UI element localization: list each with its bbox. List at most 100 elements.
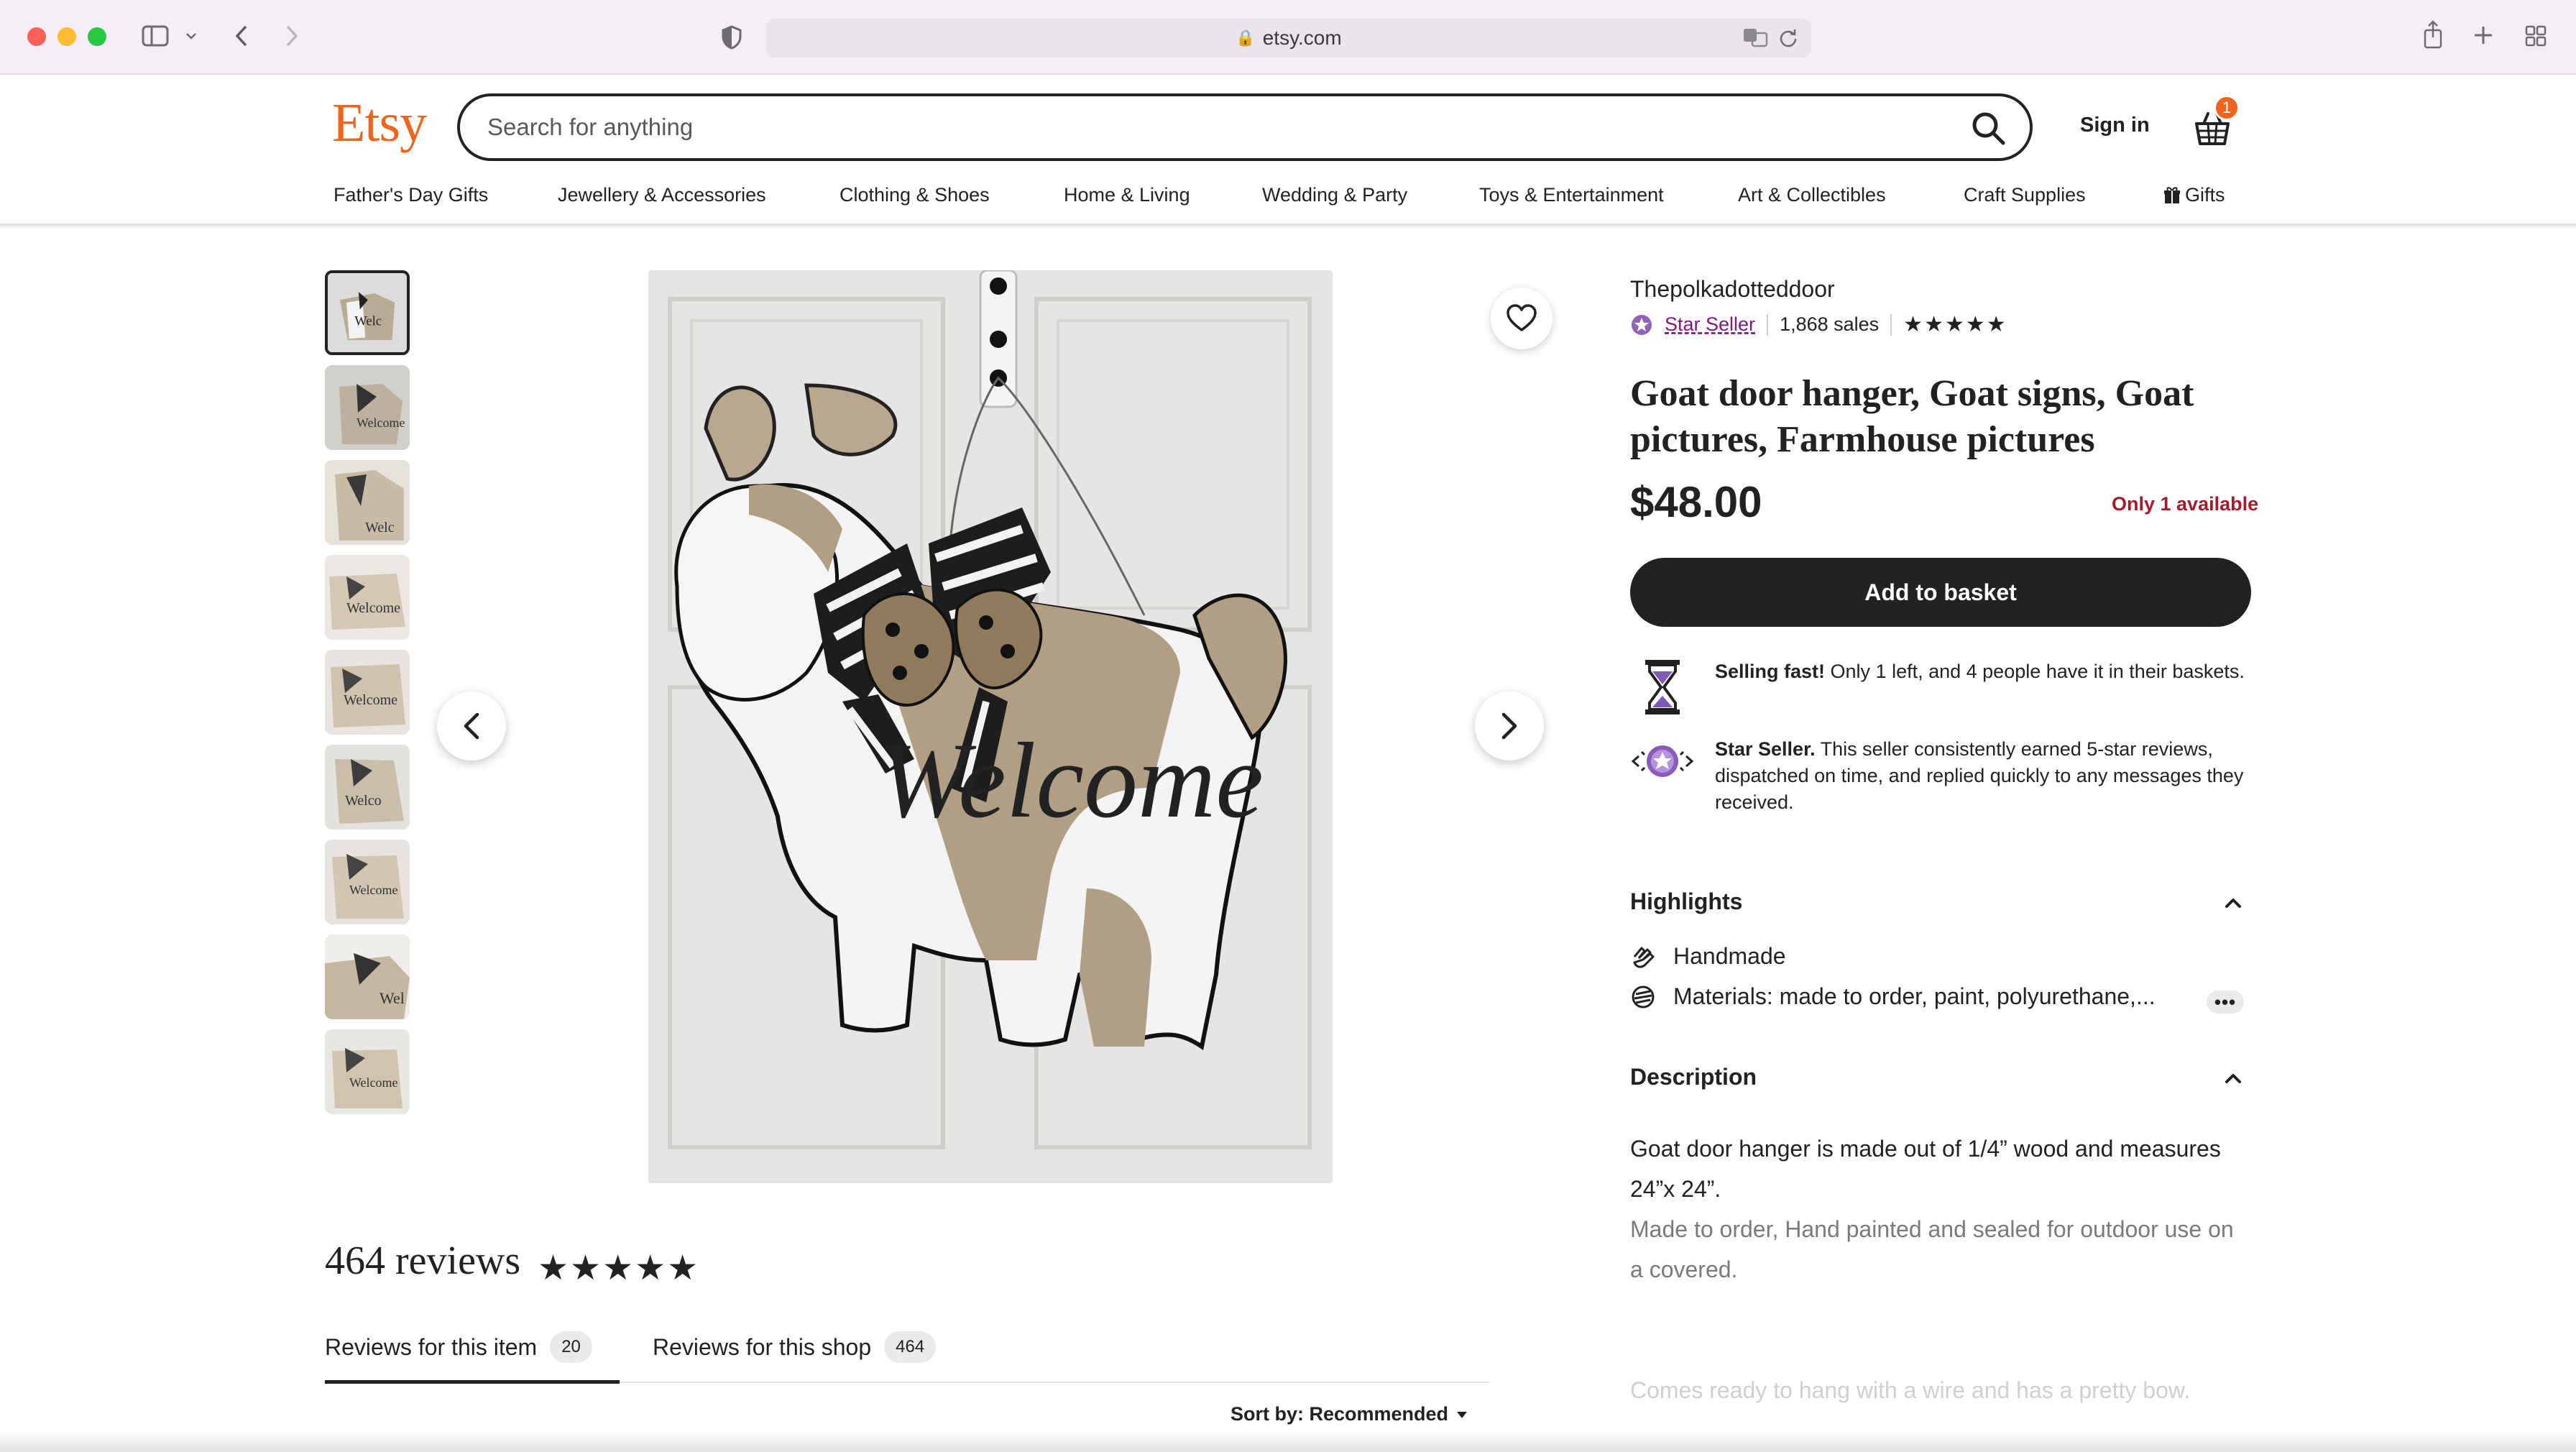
star-seller-title: Star Seller. [1715,738,1816,760]
search-icon [1972,112,2005,145]
grid-icon[interactable] [2524,24,2547,47]
sales-count: 1,868 sales [1780,313,1880,335]
selling-fast-title: Selling fast! [1715,661,1826,682]
next-image-button[interactable] [1475,691,1544,761]
search-bar[interactable] [457,93,2033,161]
divider [1890,313,1892,336]
thumbnail-7[interactable]: Welcome [325,840,410,924]
tab-reviews-item[interactable]: Reviews for this item 20 [325,1331,592,1363]
favorite-button[interactable] [1491,288,1552,349]
chevron-up-icon[interactable] [2222,1071,2244,1085]
star-seller-badge-icon [1632,314,1652,335]
chevron-down-icon[interactable] [184,29,198,43]
category-craft[interactable]: Craft Supplies [1964,184,2086,206]
star-badge-icon [1631,745,1694,777]
window-minimize-button[interactable] [58,27,76,46]
thumbnail-2[interactable]: Welcome [325,365,410,450]
back-icon[interactable] [231,23,252,49]
add-to-basket-button[interactable]: Add to basket [1630,558,2251,627]
search-input[interactable] [487,114,1910,141]
heart-icon [1506,304,1537,331]
svg-text:Welcome: Welcome [344,692,397,708]
selling-fast-notice: Selling fast! Only 1 left, and 4 people … [1630,658,2247,716]
highlight-handmade-label: Handmade [1673,943,1786,969]
thumbnail-6[interactable]: Welco [325,745,410,830]
category-jewellery[interactable]: Jewellery & Accessories [558,184,766,206]
chevron-right-icon [1501,712,1517,740]
thumbnail-1[interactable]: Welc [325,270,410,355]
search-button[interactable] [1966,106,2010,150]
svg-text:Welc: Welc [354,314,382,329]
url-text: etsy.com [1262,27,1342,49]
sidebar-toggle-icon[interactable] [141,23,170,49]
window-close-button[interactable] [27,27,46,46]
category-wedding[interactable]: Wedding & Party [1262,184,1407,206]
svg-text:Welcome: Welcome [346,600,400,616]
shop-rating-stars[interactable]: ★★★★★ [1903,312,2007,337]
shop-name-link[interactable]: Thepolkadotteddoor [1630,276,1835,303]
browser-toolbar: 🔒 etsy.com [0,0,2576,75]
category-toys[interactable]: Toys & Entertainment [1479,184,1664,206]
svg-text:Welco: Welco [345,793,382,809]
star-seller-link[interactable]: Star Seller [1665,313,1755,336]
category-home-living[interactable]: Home & Living [1064,184,1190,206]
sort-label: Sort by: Recommended [1230,1403,1449,1425]
reload-icon[interactable] [1778,27,1798,52]
reviews-rating-stars: ★★★★★ [538,1249,700,1287]
category-gifts-label: Gifts [2185,184,2225,206]
hand-icon [1633,947,1655,968]
availability-text: Only 1 available [2112,493,2259,515]
window-zoom-button[interactable] [88,27,106,46]
tab-reviews-shop-count: 464 [884,1331,937,1363]
category-fathers-day[interactable]: Father's Day Gifts [334,184,488,206]
tab-reviews-item-label: Reviews for this item [325,1333,538,1360]
thumbnail-3[interactable]: Welc [325,460,410,545]
image-welcome-text: Welcome [878,721,1264,840]
layers-icon [1632,985,1655,1008]
thumbnail-5[interactable]: Welcome [325,650,410,735]
cart-count-badge: 1 [2214,95,2240,121]
thumbnail-8[interactable]: Wel [325,934,410,1019]
sort-dropdown[interactable]: Sort by: Recommended [1230,1403,1468,1425]
tab-reviews-shop[interactable]: Reviews for this shop 464 [653,1331,937,1363]
category-nav: Father's Day Gifts Jewellery & Accessori… [0,177,2576,226]
caret-down-icon [1457,1411,1468,1418]
thumbnail-9[interactable]: Welcome [325,1029,410,1114]
description-paragraph-2: Made to order, Hand painted and sealed f… [1630,1216,2234,1282]
plus-icon[interactable] [2472,24,2494,46]
highlight-materials-label: Materials: made to order, paint, polyure… [1673,983,2156,1009]
star-seller-notice: Star Seller. This seller consistently ea… [1630,736,2247,816]
window-bottom-edge [0,1430,2576,1452]
shield-icon[interactable] [719,23,745,52]
listing-title: Goat door hanger, Goat signs, Goat pictu… [1630,373,2194,460]
highlights-heading[interactable]: Highlights [1630,888,1742,915]
address-bar[interactable]: 🔒 etsy.com [766,19,1811,58]
prev-image-button[interactable] [437,691,506,761]
gift-icon [2164,186,2180,203]
sign-in-link[interactable]: Sign in [2080,114,2150,137]
thumbnail-4[interactable]: Welcome [325,555,410,640]
lock-icon: 🔒 [1236,29,1256,47]
category-gifts[interactable]: Gifts [2163,184,2225,206]
materials-more-button[interactable]: ••• [2207,991,2244,1014]
forward-icon[interactable] [282,23,302,49]
svg-text:Welcome: Welcome [349,1075,398,1090]
translate-icon[interactable] [1742,27,1768,52]
svg-text:Welcome: Welcome [349,883,398,897]
category-clothing[interactable]: Clothing & Shoes [840,184,990,206]
description-heading[interactable]: Description [1630,1064,1757,1090]
listing-main-image[interactable]: Welcome [648,270,1333,1183]
tab-reviews-item-count: 20 [550,1331,592,1363]
chevron-left-icon [464,712,479,740]
highlight-handmade: Handmade [1630,943,1786,970]
selling-fast-text: Only 1 left, and 4 people have it in the… [1825,661,2245,682]
description-paragraph-3: Comes ready to hang with a wire and has … [1630,1377,2191,1403]
tab-reviews-shop-label: Reviews for this shop [653,1333,872,1360]
reviews-count-title: 464 reviews [325,1239,521,1283]
chevron-up-icon[interactable] [2222,896,2244,910]
category-art[interactable]: Art & Collectibles [1738,184,1886,206]
svg-text:Wel: Wel [380,989,405,1007]
share-icon[interactable] [2421,19,2445,50]
listing-price: $48.00 [1630,478,1762,526]
etsy-logo[interactable]: Etsy [332,92,427,155]
